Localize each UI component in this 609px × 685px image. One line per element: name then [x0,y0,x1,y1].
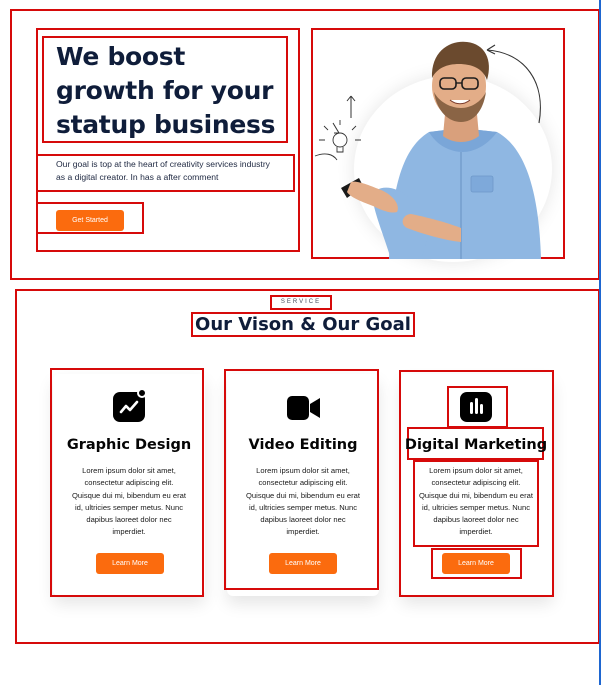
card-description-line: dapibus laoreet dolor nec [260,515,346,525]
card-description-line: consectetur adipiscing elit. [431,478,521,488]
hero-title: We boost growth for your statup business [42,36,288,143]
card-description-line: imperdiet. [459,527,493,537]
hero-description: Our goal is top at the heart of creativi… [36,154,295,192]
card-title: Digital Marketing [404,437,548,453]
card-description: Lorem ipsum dolor sit amet, consectetur … [64,465,194,539]
hero-title-line: growth for your [56,76,274,105]
card-description-line: id, ultricies semper metus. Nunc [421,502,531,512]
card-description-line: Quisque dui mi, bibendum eu erat [246,490,360,500]
card-description-line: consectetur adipiscing elit. [84,478,174,488]
hero-description-line: as a digital creator. In has a after com… [56,171,219,182]
viewport-edge-line [599,0,601,685]
card-description-line: Lorem ipsum dolor sit amet, [429,466,523,475]
card-description-line: Quisque dui mi, bibendum eu erat [72,490,186,500]
card-description-line: id, ultricies semper metus. Nunc [74,502,184,512]
learn-more-button[interactable]: Learn More [269,553,337,574]
page: We boost growth for your statup business… [0,0,609,685]
get-started-button[interactable]: Get Started [56,210,124,231]
hero-title-line: statup business [56,110,276,139]
notification-dot [137,388,147,398]
card-description: Lorem ipsum dolor sit amet, consectetur … [411,465,541,539]
card-description-line: Quisque dui mi, bibendum eu erat [419,490,533,500]
card-description-line: id, ultricies semper metus. Nunc [248,502,358,512]
video-camera-icon [287,393,320,423]
bar-chart-icon [460,392,492,422]
card-description-line: consectetur adipiscing elit. [258,478,348,488]
card-description: Lorem ipsum dolor sit amet, consectetur … [238,465,368,539]
services-heading: Our Vison & Our Goal [191,312,415,337]
services-eyebrow: SERVICE [270,295,332,310]
learn-more-button[interactable]: Learn More [96,553,164,574]
card-description-line: dapibus laoreet dolor nec [86,515,172,525]
card-title: Video Editing [248,437,358,453]
card-title: Graphic Design [66,437,192,453]
hero-title-line: We boost [56,42,186,71]
card-description-line: Lorem ipsum dolor sit amet, [256,466,350,475]
card-description-line: dapibus laoreet dolor nec [433,515,519,525]
card-description-line: imperdiet. [286,527,320,537]
hero-photo-illustration [314,41,541,259]
hero-description-line: Our goal is top at the heart of creativi… [56,159,270,169]
learn-more-button[interactable]: Learn More [442,553,510,574]
card-description-line: Lorem ipsum dolor sit amet, [82,466,176,475]
card-description-line: imperdiet. [112,527,146,537]
